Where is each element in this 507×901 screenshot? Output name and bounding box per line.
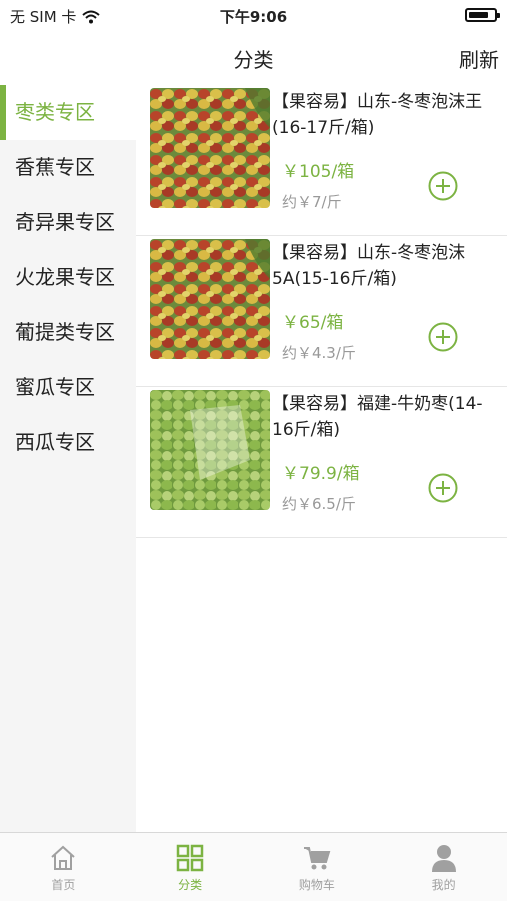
page-title: 分类 <box>233 48 274 72</box>
product-image[interactable] <box>150 239 270 359</box>
home-icon <box>51 845 76 870</box>
tab-category[interactable]: 分类 <box>127 833 254 901</box>
sidebar-item-label: 西瓜专区 <box>15 430 95 454</box>
tab-cart[interactable]: 购物车 <box>254 833 381 901</box>
sidebar-item-label: 蜜瓜专区 <box>15 375 95 399</box>
status-bar: 无 SIM 卡 下午9:06 <box>0 0 507 30</box>
tab-profile[interactable]: 我的 <box>380 833 507 901</box>
sidebar-item-dates[interactable]: 枣类专区 <box>0 85 136 140</box>
product-card[interactable]: 【果容易】山东-冬枣泡沫王(16-17斤/箱) ￥105/箱 约￥7/斤 <box>136 85 507 236</box>
product-unit-price: 约￥6.5/斤 <box>282 495 356 513</box>
product-name: 【果容易】山东-冬枣泡沫王(16-17斤/箱) <box>272 92 483 138</box>
product-list: 【果容易】山东-冬枣泡沫王(16-17斤/箱) ￥105/箱 约￥7/斤 【果容… <box>136 85 507 538</box>
product-price: ￥79.9/箱 <box>282 464 360 484</box>
sidebar-item-watermelon[interactable]: 西瓜专区 <box>0 415 136 470</box>
sidebar-item-dragonfruit[interactable]: 火龙果专区 <box>0 250 136 305</box>
battery-level <box>469 12 489 18</box>
product-card[interactable]: 【果容易】山东-冬枣泡沫5A(15-16斤/箱) ￥65/箱 约￥4.3/斤 <box>136 236 507 387</box>
sidebar-item-label: 枣类专区 <box>15 100 95 124</box>
product-price: ￥105/箱 <box>282 162 355 182</box>
tab-label: 分类 <box>178 878 203 892</box>
sidebar-item-label: 葡提类专区 <box>15 320 115 344</box>
add-to-cart-button[interactable] <box>428 322 458 352</box>
nav-bar: 分类 刷新 <box>0 30 507 85</box>
sidebar-item-label: 奇异果专区 <box>15 210 115 234</box>
add-to-cart-button[interactable] <box>428 473 458 503</box>
tab-label: 购物车 <box>298 878 335 892</box>
tab-bar: 首页 分类 购物车 我的 <box>0 832 507 901</box>
refresh-button[interactable]: 刷新 <box>459 44 499 73</box>
product-name: 【果容易】山东-冬枣泡沫5A(15-16斤/箱) <box>272 243 466 289</box>
grid-icon <box>176 844 204 872</box>
sidebar-item-grapes[interactable]: 葡提类专区 <box>0 305 136 360</box>
sidebar-item-label: 香蕉专区 <box>15 155 95 179</box>
tab-label: 首页 <box>51 878 76 892</box>
sidebar-item-kiwi[interactable]: 奇异果专区 <box>0 195 136 250</box>
product-unit-price: 约￥4.3/斤 <box>282 344 356 362</box>
product-card[interactable]: 【果容易】福建-牛奶枣(14-16斤/箱) ￥79.9/箱 约￥6.5/斤 <box>136 387 507 538</box>
user-icon <box>431 845 456 872</box>
product-image[interactable] <box>150 390 270 510</box>
sidebar-item-melon[interactable]: 蜜瓜专区 <box>0 360 136 415</box>
tab-label: 我的 <box>431 878 456 892</box>
add-to-cart-button[interactable] <box>428 171 458 201</box>
product-unit-price: 约￥7/斤 <box>282 193 342 211</box>
product-name: 【果容易】福建-牛奶枣(14-16斤/箱) <box>272 394 483 440</box>
category-sidebar: 枣类专区 香蕉专区 奇异果专区 火龙果专区 葡提类专区 蜜瓜专区 西瓜专区 <box>0 85 136 832</box>
cart-icon <box>303 847 331 870</box>
status-time: 下午9:06 <box>219 8 288 26</box>
product-price: ￥65/箱 <box>282 313 344 333</box>
sidebar-item-label: 火龙果专区 <box>15 265 115 289</box>
tab-home[interactable]: 首页 <box>0 833 127 901</box>
sidebar-item-banana[interactable]: 香蕉专区 <box>0 140 136 195</box>
battery-icon <box>465 8 500 22</box>
product-image[interactable] <box>150 88 270 208</box>
